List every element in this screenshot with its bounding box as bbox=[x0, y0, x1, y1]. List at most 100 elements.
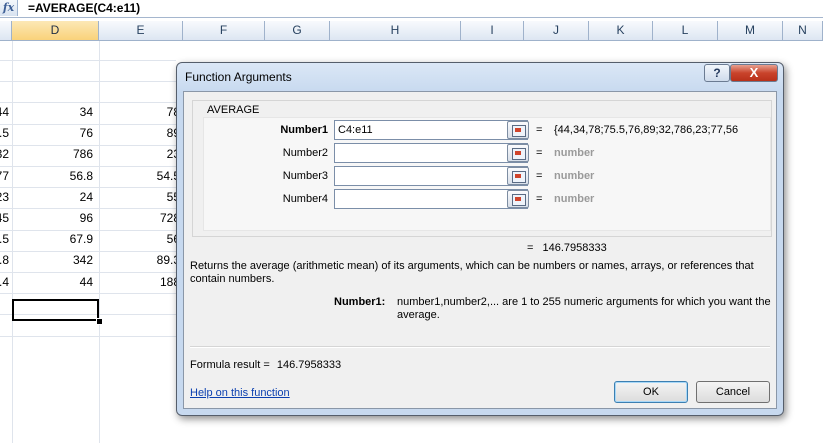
formula-result-label: Formula result = bbox=[190, 359, 270, 371]
close-button[interactable]: X bbox=[730, 64, 778, 82]
ok-button[interactable]: OK bbox=[614, 381, 688, 403]
column-header-k[interactable]: K bbox=[589, 21, 653, 41]
cell-c-4[interactable]: 77 bbox=[0, 166, 12, 186]
cell-d-8[interactable]: 342 bbox=[12, 250, 96, 270]
cell-e-7[interactable]: 56 bbox=[99, 229, 183, 249]
cell-e-8[interactable]: 89.3 bbox=[99, 250, 183, 270]
grid-row-line bbox=[0, 272, 176, 273]
grid-row-line bbox=[0, 81, 176, 82]
argument-label-4: Number4 bbox=[282, 193, 328, 205]
argument-input-1[interactable]: C4:e11 bbox=[334, 120, 528, 140]
arguments-group: AVERAGE Number1 C4:e11 = {44,34,78;75.5,76,… bbox=[192, 100, 772, 237]
formula-result: Formula result = 146.7958333 bbox=[190, 359, 341, 371]
cell-d-3[interactable]: 786 bbox=[12, 144, 96, 164]
column-header-m[interactable]: M bbox=[718, 21, 783, 41]
cell-c-3[interactable]: 32 bbox=[0, 144, 12, 164]
grid-column-line bbox=[99, 41, 100, 443]
collapse-dialog-button-3[interactable] bbox=[507, 167, 529, 185]
cell-e-2[interactable]: 89 bbox=[99, 123, 183, 143]
grid-row-line bbox=[0, 124, 176, 125]
grid-row-line bbox=[0, 293, 176, 294]
column-header-n[interactable]: N bbox=[783, 21, 823, 41]
column-header-l[interactable]: L bbox=[653, 21, 718, 41]
range-select-arrow-icon bbox=[515, 151, 521, 155]
column-header-i[interactable]: I bbox=[461, 21, 524, 41]
argument-equals-3: = bbox=[536, 170, 543, 182]
argument-input-3[interactable] bbox=[334, 166, 528, 186]
cell-c-7[interactable]: .5 bbox=[0, 229, 12, 249]
grid-row-line bbox=[0, 230, 176, 231]
active-cell[interactable] bbox=[12, 299, 99, 321]
help-on-function-link[interactable]: Help on this function bbox=[190, 387, 290, 399]
grid-row-line bbox=[0, 60, 176, 61]
cell-e-5[interactable]: 55 bbox=[99, 187, 183, 207]
fill-handle[interactable] bbox=[96, 318, 103, 325]
grid-row-line bbox=[0, 166, 176, 167]
formula-input[interactable]: =AVERAGE(C4:e11) bbox=[28, 1, 140, 15]
preview-result: = 146.7958333 bbox=[527, 242, 607, 254]
grid-row-line bbox=[0, 251, 176, 252]
formula-bar: fx =AVERAGE(C4:e11) bbox=[0, 0, 823, 18]
grid-row-line bbox=[0, 187, 176, 188]
separator bbox=[190, 346, 770, 348]
preview-equals: = bbox=[527, 242, 534, 254]
cell-d-7[interactable]: 67.9 bbox=[12, 229, 96, 249]
argument-equals-2: = bbox=[536, 147, 543, 159]
collapse-dialog-button-2[interactable] bbox=[507, 144, 529, 162]
cell-c-2[interactable]: .5 bbox=[0, 123, 12, 143]
cell-d-5[interactable]: 24 bbox=[12, 187, 96, 207]
help-button[interactable]: ? bbox=[704, 64, 730, 82]
argument-label-3: Number3 bbox=[282, 170, 328, 182]
argument-equals-1: = bbox=[536, 124, 543, 136]
range-select-arrow-icon bbox=[515, 174, 521, 178]
grid-row-line bbox=[0, 208, 176, 209]
cell-e-1[interactable]: 78 bbox=[99, 102, 183, 122]
function-name: AVERAGE bbox=[205, 104, 262, 116]
collapse-dialog-button-1[interactable] bbox=[507, 121, 529, 139]
cell-d-4[interactable]: 56.8 bbox=[12, 166, 96, 186]
argument-input-4[interactable] bbox=[334, 189, 528, 209]
column-header-j[interactable]: J bbox=[524, 21, 589, 41]
argument-description-name: Number1: bbox=[334, 296, 386, 308]
argument-value-2: number bbox=[554, 147, 595, 159]
grid-row-line bbox=[0, 336, 176, 337]
insert-function-icon[interactable]: fx bbox=[0, 0, 18, 16]
cell-e-6[interactable]: 728 bbox=[99, 208, 183, 228]
column-header-d[interactable]: D bbox=[12, 21, 99, 41]
column-header-f[interactable]: F bbox=[183, 21, 265, 41]
function-arguments-dialog: Function Arguments ? X AVERAGE Number1 C4… bbox=[176, 62, 784, 416]
dialog-client-area: AVERAGE Number1 C4:e11 = {44,34,78;75.5,76,… bbox=[183, 91, 777, 409]
cell-d-2[interactable]: 76 bbox=[12, 123, 96, 143]
cell-c-9[interactable]: .4 bbox=[0, 272, 12, 292]
column-header-h[interactable]: H bbox=[330, 21, 461, 41]
cell-e-9[interactable]: 188 bbox=[99, 272, 183, 292]
column-header-g[interactable]: G bbox=[265, 21, 330, 41]
formula-result-value: 146.7958333 bbox=[276, 359, 342, 371]
range-select-arrow-icon bbox=[515, 197, 521, 201]
select-all-corner[interactable] bbox=[0, 21, 12, 41]
cell-e-3[interactable]: 23 bbox=[99, 144, 183, 164]
range-select-arrow-icon bbox=[515, 128, 521, 132]
argument-value-3: number bbox=[554, 170, 595, 182]
argument-equals-4: = bbox=[536, 193, 543, 205]
cell-e-4[interactable]: 54.5 bbox=[99, 166, 183, 186]
cell-d-9[interactable]: 44 bbox=[12, 272, 96, 292]
collapse-dialog-button-4[interactable] bbox=[507, 190, 529, 208]
function-description: Returns the average (arithmetic mean) of… bbox=[190, 260, 754, 285]
cell-d-1[interactable]: 34 bbox=[12, 102, 96, 122]
cancel-button[interactable]: Cancel bbox=[696, 381, 770, 403]
argument-value-4: number bbox=[554, 193, 595, 205]
cell-c-5[interactable]: 23 bbox=[0, 187, 12, 207]
cell-c-8[interactable]: .8 bbox=[0, 250, 12, 270]
argument-value-1: {44,34,78;75.5,76,89;32,786,23;77,56 bbox=[554, 124, 739, 136]
grid-column-line bbox=[12, 41, 13, 443]
grid-row-line bbox=[0, 102, 176, 103]
argument-label-1: Number1 bbox=[280, 124, 328, 136]
cell-d-6[interactable]: 96 bbox=[12, 208, 96, 228]
column-header-e[interactable]: E bbox=[99, 21, 183, 41]
preview-value: 146.7958333 bbox=[542, 242, 607, 254]
argument-label-2: Number2 bbox=[282, 147, 328, 159]
argument-input-2[interactable] bbox=[334, 143, 528, 163]
cell-c-6[interactable]: 45 bbox=[0, 208, 12, 228]
cell-c-1[interactable]: 44 bbox=[0, 102, 12, 122]
